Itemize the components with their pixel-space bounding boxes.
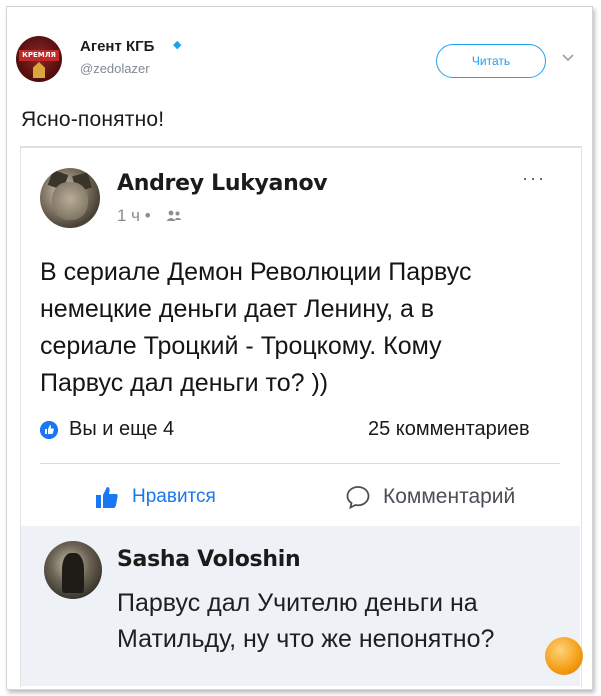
- post-author-name[interactable]: Andrey Lukyanov: [117, 171, 328, 196]
- reactions-summary[interactable]: Вы и еще 4: [69, 418, 174, 441]
- verified-icon: ◆: [173, 39, 182, 51]
- actions-divider: [40, 463, 560, 464]
- author-avatar[interactable]: КРЕМЛЯ: [16, 36, 62, 82]
- reply-text-line: Матильду, ну что же непонятно?: [117, 625, 495, 653]
- comments-count[interactable]: 25 комментариев: [368, 418, 530, 441]
- like-reaction-icon: [40, 421, 58, 439]
- card-divider: [20, 146, 581, 148]
- thumbs-up-icon: [96, 487, 118, 508]
- comment-label: Комментарий: [383, 485, 516, 508]
- chevron-down-icon[interactable]: [562, 54, 574, 62]
- comment-bubble-icon: [346, 486, 370, 509]
- more-options-icon[interactable]: ···: [522, 168, 546, 189]
- post-text: В сериале Демон Революции Парвус немецки…: [40, 254, 560, 402]
- like-label: Нравится: [132, 486, 216, 507]
- post-time[interactable]: 1 ч •: [117, 206, 151, 226]
- friends-audience-icon: [166, 210, 182, 221]
- author-handle[interactable]: @zedolazer: [80, 61, 150, 76]
- post-text-line: В сериале Демон Революции Парвус: [40, 258, 472, 286]
- author-name[interactable]: Агент КГБ: [80, 38, 154, 55]
- kremlin-tower-icon: [33, 62, 45, 78]
- post-text-line: Парвус дал деньги то? )): [40, 369, 329, 397]
- reply-author-name[interactable]: Sasha Voloshin: [117, 547, 301, 572]
- post-text-line: немецкие деньги дает Ленину, а в: [40, 295, 435, 323]
- reply-text: Парвус дал Учителю деньги на Матильду, н…: [117, 585, 494, 657]
- follow-button[interactable]: Читать: [436, 44, 546, 78]
- post-author-avatar[interactable]: [40, 168, 100, 228]
- tweet-text: Ясно-понятно!: [21, 108, 165, 131]
- post-text-line: сериале Троцкий - Троцкому. Кому: [40, 332, 442, 360]
- like-button[interactable]: Нравится: [95, 480, 216, 514]
- watermark-logo: [545, 637, 583, 675]
- reply-author-avatar[interactable]: [44, 541, 102, 599]
- reply-text-line: Парвус дал Учителю деньги на: [117, 589, 478, 617]
- avatar-badge-text: КРЕМЛЯ: [19, 50, 59, 61]
- comment-button[interactable]: Комментарий: [346, 480, 515, 514]
